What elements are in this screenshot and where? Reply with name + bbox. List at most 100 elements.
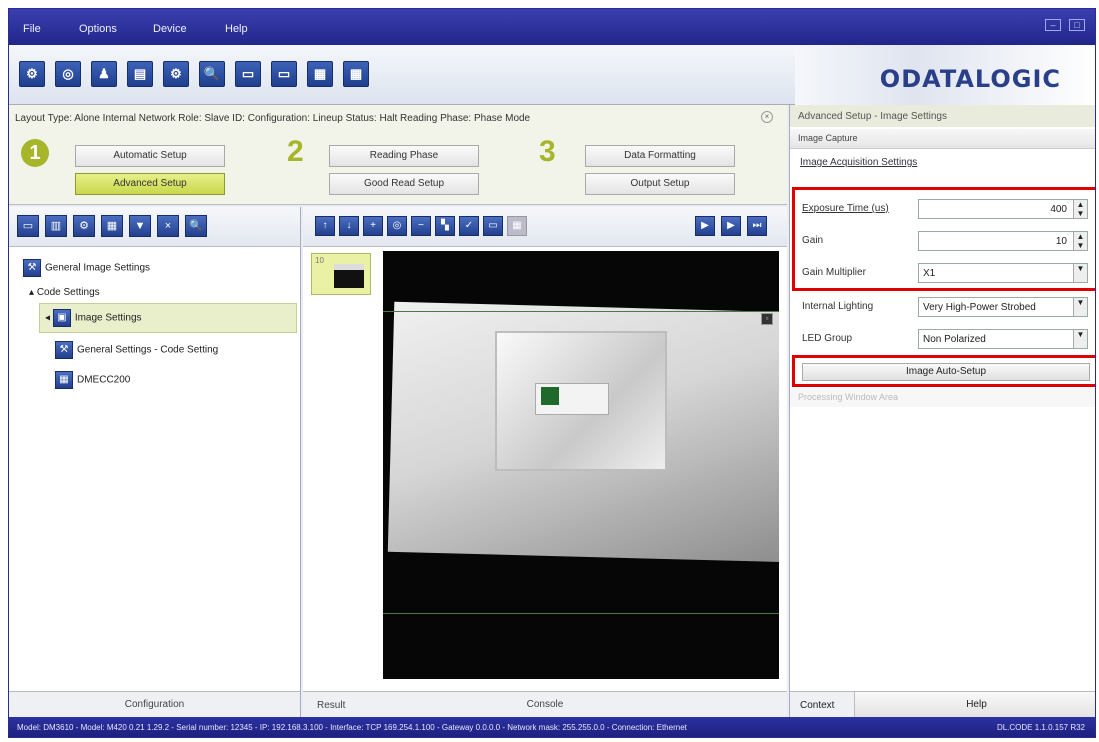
tab-console[interactable]: Console [303, 692, 787, 718]
tree-label: Image Settings [74, 312, 142, 324]
internal-lighting-label: Internal Lighting [802, 301, 874, 312]
tree-item-image-settings[interactable]: ◂ ▣ Image Settings [45, 309, 142, 327]
internal-lighting-row: Internal Lighting Very High-Power Strobe… [790, 295, 1095, 321]
gain-multiplier-value: X1 [923, 268, 936, 279]
monitor-icon[interactable]: ▦ [343, 61, 369, 87]
exposure-input[interactable]: 400 ▲ ▼ [918, 199, 1088, 219]
settings-icon[interactable]: ⚙ [163, 61, 189, 87]
tab-context[interactable]: Context [800, 700, 834, 711]
led-group-select[interactable]: Non Polarized ▼ [918, 329, 1088, 349]
minimize-button[interactable]: – [1045, 19, 1061, 31]
tree-item-code-settings[interactable]: ▴ Code Settings [29, 287, 100, 298]
result-console-bar: Console Result [303, 691, 787, 717]
send-icon[interactable]: ▭ [271, 61, 297, 87]
exposure-row: Exposure Time (us) 400 ▲ ▼ [790, 197, 1095, 223]
menu-file[interactable]: File [23, 23, 41, 35]
main-window: File Options Device Help – □ ⚙ ◎ ♟ ▤ ⚙ 🔍… [8, 8, 1096, 738]
document-icon[interactable]: ▤ [127, 61, 153, 87]
check-icon[interactable]: ✓ [459, 216, 479, 236]
image-thumbnail[interactable]: 10 [311, 253, 371, 295]
image-barcode [541, 387, 559, 405]
tab-result[interactable]: Result [317, 700, 345, 711]
advanced-setup-button[interactable]: Advanced Setup [75, 173, 225, 195]
gain-input[interactable]: 10 ▲ ▼ [918, 231, 1088, 251]
zoom-fit-icon[interactable]: ◎ [387, 216, 407, 236]
properties-panel: Advanced Setup - Image Settings Image Ca… [789, 105, 1095, 718]
gain-value: 10 [1055, 236, 1067, 247]
output-setup-button[interactable]: Output Setup [585, 173, 735, 195]
delete-icon[interactable]: × [157, 215, 179, 237]
internal-lighting-select[interactable]: Very High-Power Strobed ▼ [918, 297, 1088, 317]
beaker-icon[interactable]: ♟ [91, 61, 117, 87]
new-icon[interactable]: ▭ [17, 215, 39, 237]
led-group-value: Non Polarized [923, 334, 986, 345]
chevron-down-icon[interactable]: ▼ [1073, 264, 1087, 282]
layout-info: Layout Type: Alone Internal Network Role… [15, 113, 531, 124]
connect-icon[interactable]: ⚙ [19, 61, 45, 87]
up-icon[interactable]: ↑ [315, 216, 335, 236]
exposure-spinner[interactable]: ▲ ▼ [1073, 200, 1087, 218]
tree-item-code[interactable]: ▦ DMECC200 [55, 371, 130, 389]
expand-icon[interactable]: ◂ [45, 313, 53, 324]
step-forward-icon[interactable]: ⏭ [747, 216, 767, 236]
down-icon[interactable]: ↓ [339, 216, 359, 236]
led-group-label: LED Group [802, 333, 853, 344]
corner-marker-icon[interactable]: ▫ [761, 313, 773, 325]
wrench-icon: ⚒ [23, 259, 41, 277]
grid-icon[interactable]: ▦ [507, 216, 527, 236]
image-toolbar: ↑ ↓ + ◎ − ▚ ✓ ▭ ▦ ▶ ▶ ⏭ [303, 207, 787, 247]
save-icon[interactable]: ▭ [235, 61, 261, 87]
image-roi-line [383, 613, 779, 614]
expand-icon[interactable]: ▴ [29, 287, 37, 298]
status-bar: Model: DM3610 - Model: M420 0.21 1.29.2 … [9, 717, 1095, 737]
gain-multiplier-row: Gain Multiplier X1 ▼ [790, 261, 1095, 287]
play-step-icon[interactable]: ▶ [695, 216, 715, 236]
zoom-in-icon[interactable]: + [363, 216, 383, 236]
good-read-setup-button[interactable]: Good Read Setup [329, 173, 479, 195]
network-icon[interactable]: ▦ [307, 61, 333, 87]
maximize-button[interactable]: □ [1069, 19, 1085, 31]
search-device-icon[interactable]: 🔍 [199, 61, 225, 87]
play-icon[interactable]: ▶ [721, 216, 741, 236]
automatic-setup-button[interactable]: Automatic Setup [75, 145, 225, 167]
configuration-tree-panel: ▭ ▥ ⚙ ▦ ▼ × 🔍 ⚒ General Image Settings ▴ … [9, 207, 301, 717]
menu-help[interactable]: Help [225, 23, 248, 35]
image-acquisition-link[interactable]: Image Acquisition Settings [800, 157, 917, 168]
window-icon[interactable]: ▭ [483, 216, 503, 236]
gain-spinner[interactable]: ▲ ▼ [1073, 232, 1087, 250]
chevron-down-icon[interactable]: ▼ [1073, 330, 1087, 348]
gain-multiplier-select[interactable]: X1 ▼ [918, 263, 1088, 283]
settings-icon[interactable]: ⚙ [73, 215, 95, 237]
status-text: Model: DM3610 - Model: M420 0.21 1.29.2 … [17, 723, 687, 732]
columns-icon[interactable]: ▥ [45, 215, 67, 237]
configuration-tab[interactable]: Configuration [9, 691, 300, 717]
save-icon[interactable]: ▦ [101, 215, 123, 237]
reading-phase-button[interactable]: Reading Phase [329, 145, 479, 167]
data-formatting-button[interactable]: Data Formatting [585, 145, 735, 167]
menu-options[interactable]: Options [79, 23, 117, 35]
image-capture-group[interactable]: Image Capture [790, 129, 1095, 149]
close-icon[interactable]: × [761, 111, 773, 123]
zoom-out-icon[interactable]: − [411, 216, 431, 236]
window-controls: – □ [1045, 19, 1085, 31]
gain-multiplier-label: Gain Multiplier [802, 267, 866, 278]
tree-item-general-image-settings[interactable]: ⚒ General Image Settings [23, 259, 150, 277]
filter-icon[interactable]: ▼ [129, 215, 151, 237]
image-auto-setup-button[interactable]: Image Auto-Setup [802, 363, 1090, 381]
tree-label: DMECC200 [77, 374, 131, 386]
tree-item-general-settings[interactable]: ⚒ General Settings - Code Setting [55, 341, 218, 359]
brand-area: ODATALOGIC [795, 45, 1095, 105]
camera-icon[interactable]: ◎ [55, 61, 81, 87]
menu-device[interactable]: Device [153, 23, 187, 35]
processing-window-group[interactable]: Processing Window Area [790, 389, 1095, 407]
crop-icon[interactable]: ▚ [435, 216, 455, 236]
tab-help[interactable]: Help [854, 692, 1095, 718]
search-icon[interactable]: 🔍 [185, 215, 207, 237]
wrench-icon: ⚒ [55, 341, 73, 359]
captured-image[interactable]: ▫ [383, 251, 779, 679]
thumbnail-image [334, 264, 364, 288]
tree-label: General Image Settings [45, 262, 151, 274]
chevron-down-icon[interactable]: ▼ [1073, 298, 1087, 316]
code-icon: ▦ [55, 371, 73, 389]
panel-title: Advanced Setup - Image Settings [790, 105, 1095, 127]
